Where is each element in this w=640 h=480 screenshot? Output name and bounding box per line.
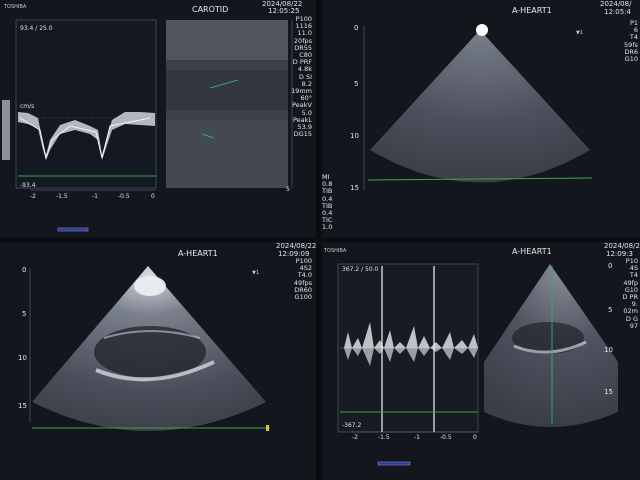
param: G100 <box>294 293 312 302</box>
panel-heart-doppler: TOSHIBA A-HEART1 2024/08/2 12:09:3 367.2… <box>322 242 640 480</box>
velocity-unit-label: cm/s <box>20 103 35 110</box>
panel-heart-top: A-HEART1 2024/08/ 12:05:4 ▼1 0 5 10 15 M… <box>322 0 640 238</box>
depth-mark: 15 <box>604 388 613 396</box>
x-tick: -1.5 <box>56 193 68 200</box>
depth-mark: 15 <box>18 402 27 410</box>
panel-carotid: TOSHIBA CAROTID 2024/08/22 12:05:25 93.4… <box>0 0 316 238</box>
x-tick: 0 <box>473 434 477 441</box>
param-list: P100 4S2 T4.0 49fps DR60 G100 <box>282 257 312 302</box>
depth-mark: 0 <box>22 266 27 274</box>
depth-mark: 0 <box>608 262 613 270</box>
orientation-mark: ▼1 <box>576 30 584 36</box>
depth-mark: 15 <box>350 184 359 192</box>
x-tick: 0 <box>151 193 155 200</box>
doppler-scale-label: 93.4 / 25.0 <box>20 25 53 32</box>
param-list: P100 1116 11.0 20fps DR55 C80 D PRF 4.8k… <box>286 15 312 139</box>
doppler-scale-label: 367.2 / 50.0 <box>342 266 379 273</box>
x-tick: -1 <box>414 434 420 441</box>
x-tick: -1.5 <box>378 434 390 441</box>
param: DG15 <box>293 130 312 139</box>
param-list: P1 6 T4 59fs DR6 G10 <box>616 19 638 64</box>
depth-mark: 10 <box>604 346 613 354</box>
param: G10 <box>624 55 638 64</box>
orientation-mark: ▼1 <box>252 270 260 276</box>
x-tick: -1 <box>92 193 98 200</box>
negative-scale-label: -93.4 <box>20 182 36 189</box>
side-label-list: MI 0.8 TIB 0.4 TIB 0.4 TIC 1.0 <box>322 173 333 232</box>
depth-mark: 5 <box>608 306 613 314</box>
heart-sector-graphics <box>29 266 270 431</box>
depth-mark: 0 <box>354 24 359 32</box>
x-tick: -0.5 <box>118 193 130 200</box>
depth-mark: 5 <box>286 186 290 193</box>
depth-mark: 5 <box>22 310 27 318</box>
carotid-graphics <box>2 19 293 232</box>
heart-doppler-graphics <box>337 263 618 466</box>
param: 97 <box>629 321 638 330</box>
panel-heart-bottom-left: A-HEART1 2024/08/22 12:09:09 ▼1 0 5 10 1… <box>0 242 316 480</box>
depth-mark: 5 <box>354 80 359 88</box>
negative-scale-label: -367.2 <box>342 422 362 429</box>
side-label: 1.0 <box>322 223 333 232</box>
x-tick: -2 <box>30 193 36 200</box>
x-tick: -2 <box>352 434 358 441</box>
depth-mark: 10 <box>350 132 359 140</box>
param-list: P10 4S T4 49fp G10 D PR 9. 02m D G 97 <box>616 257 638 330</box>
x-tick: -0.5 <box>440 434 452 441</box>
heart-sector-graphics <box>363 24 593 190</box>
depth-mark: 10 <box>18 354 27 362</box>
